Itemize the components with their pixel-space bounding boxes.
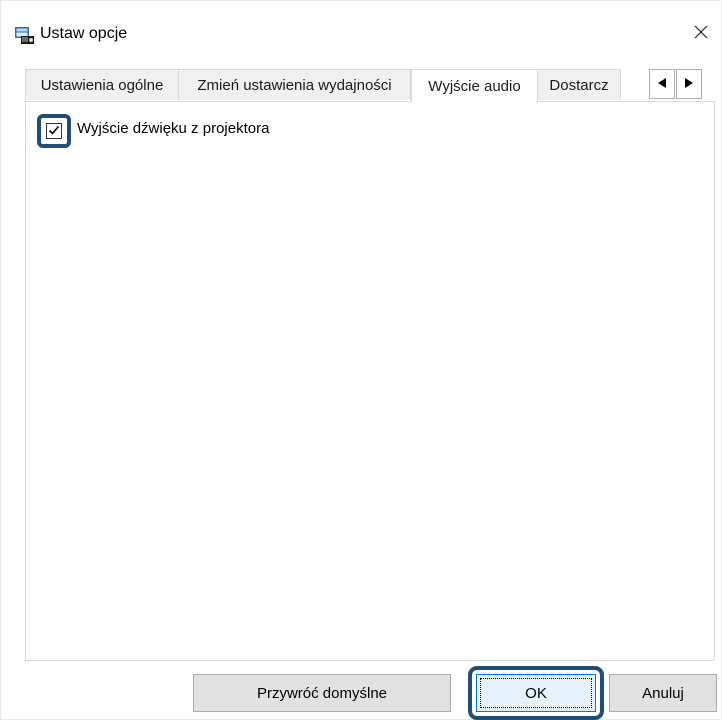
checkmark-icon [48, 123, 60, 140]
projector-app-icon [15, 27, 35, 45]
title-bar: Ustaw opcje [1, 1, 721, 61]
restore-defaults-button[interactable]: Przywróć domyślne [193, 674, 451, 712]
tab-strip: Ustawienia ogólne Zmień ustawienia wydaj… [25, 69, 715, 102]
ok-highlight-frame: OK [468, 666, 604, 720]
focus-rectangle [480, 678, 592, 708]
options-dialog: Ustaw opcje Ustawienia ogólne Zmień usta… [0, 0, 722, 720]
audio-output-panel [25, 101, 715, 661]
tab-audio-output[interactable]: Wyjście audio [411, 69, 538, 102]
projector-audio-checkbox[interactable] [46, 123, 62, 139]
triangle-right-icon [684, 76, 694, 93]
tab-label: Ustawienia ogólne [40, 76, 164, 94]
close-button[interactable] [687, 19, 715, 49]
triangle-left-icon [657, 76, 667, 93]
tab-scroll-left-button[interactable] [649, 69, 675, 99]
tab-performance-settings[interactable]: Zmień ustawienia wydajności [178, 69, 411, 100]
tab-label: Dostarcz [549, 76, 609, 94]
ok-button[interactable]: OK [476, 674, 596, 712]
tab-general-settings[interactable]: Ustawienia ogólne [25, 69, 179, 100]
checkbox-highlight-frame [37, 114, 71, 148]
dialog-title: Ustaw opcje [40, 25, 128, 42]
projector-audio-label[interactable]: Wyjście dźwięku z projektora [77, 120, 269, 137]
tab-deliver[interactable]: Dostarcz [537, 69, 621, 100]
tab-label: Wyjście audio [428, 77, 521, 95]
tab-scroll-right-button[interactable] [676, 69, 702, 99]
tab-label: Zmień ustawienia wydajności [197, 76, 392, 94]
cancel-button[interactable]: Anuluj [609, 674, 717, 712]
close-icon [693, 24, 709, 44]
